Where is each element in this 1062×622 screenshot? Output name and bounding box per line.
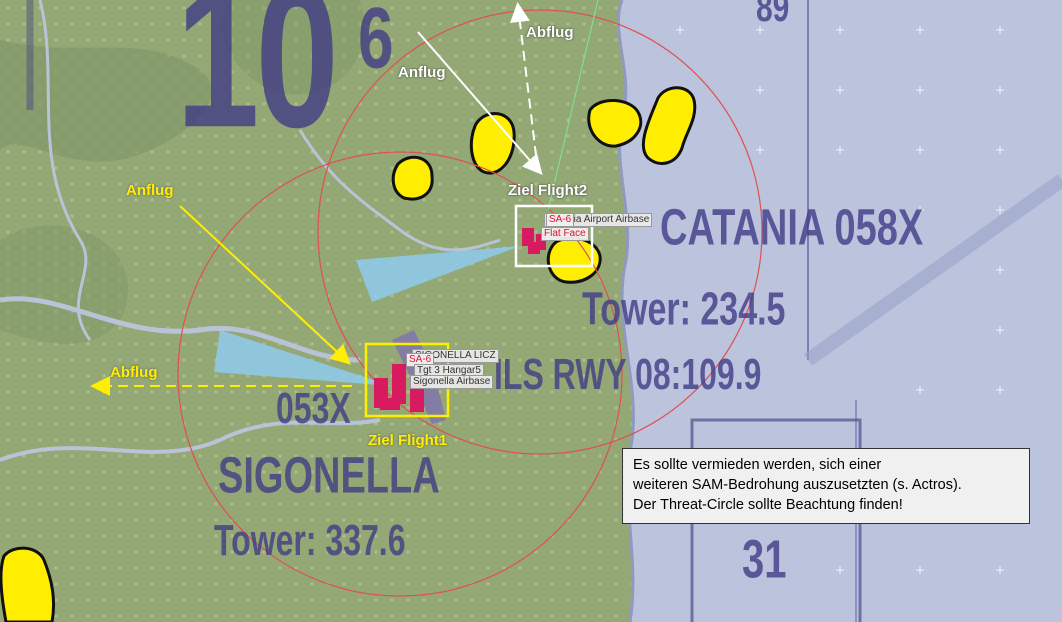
flight1-anflug-label: Anflug <box>126 182 174 199</box>
sigonella-channel: 053X <box>276 384 351 433</box>
tactical-map[interactable] <box>0 0 1062 622</box>
runway-number: 31 <box>742 530 787 590</box>
catania-name: CATANIA 058X <box>660 200 924 257</box>
flight2-tag-flatface[interactable]: Flat Face <box>541 227 589 241</box>
sigonella-tower: Tower: 337.6 <box>214 516 406 565</box>
flight2-tag-sa6[interactable]: SA-6 <box>546 213 575 227</box>
flight1-target-label: Ziel Flight1 <box>368 432 448 449</box>
catania-ils: ILS RWY 08:109.9 <box>494 350 762 399</box>
catania-tower: Tower: 234.5 <box>582 284 786 336</box>
flight1-tag-airbase[interactable]: Sigonella Airbase <box>410 375 494 389</box>
note-line-3: Der Threat-Circle sollte Beachtung finde… <box>633 497 903 513</box>
note-line-1: Es sollte vermieden werden, sich einer <box>633 457 882 473</box>
chart-top-right-number: 89 <box>756 0 790 31</box>
chart-big-superscript: 6 <box>358 0 394 87</box>
flight2-anflug-label: Anflug <box>398 64 446 81</box>
note-line-2: weiteren SAM-Bedrohung auszusetzten (s. … <box>633 477 962 493</box>
flight2-abflug-label: Abflug <box>526 24 574 41</box>
chart-big-number: 10 <box>176 0 339 170</box>
flight1-abflug-label: Abflug <box>110 364 158 381</box>
briefing-note: Es sollte vermieden werden, sich einer w… <box>622 448 1030 524</box>
sigonella-name: SIGONELLA <box>218 448 440 505</box>
flight2-target-label: Ziel Flight2 <box>508 182 588 199</box>
